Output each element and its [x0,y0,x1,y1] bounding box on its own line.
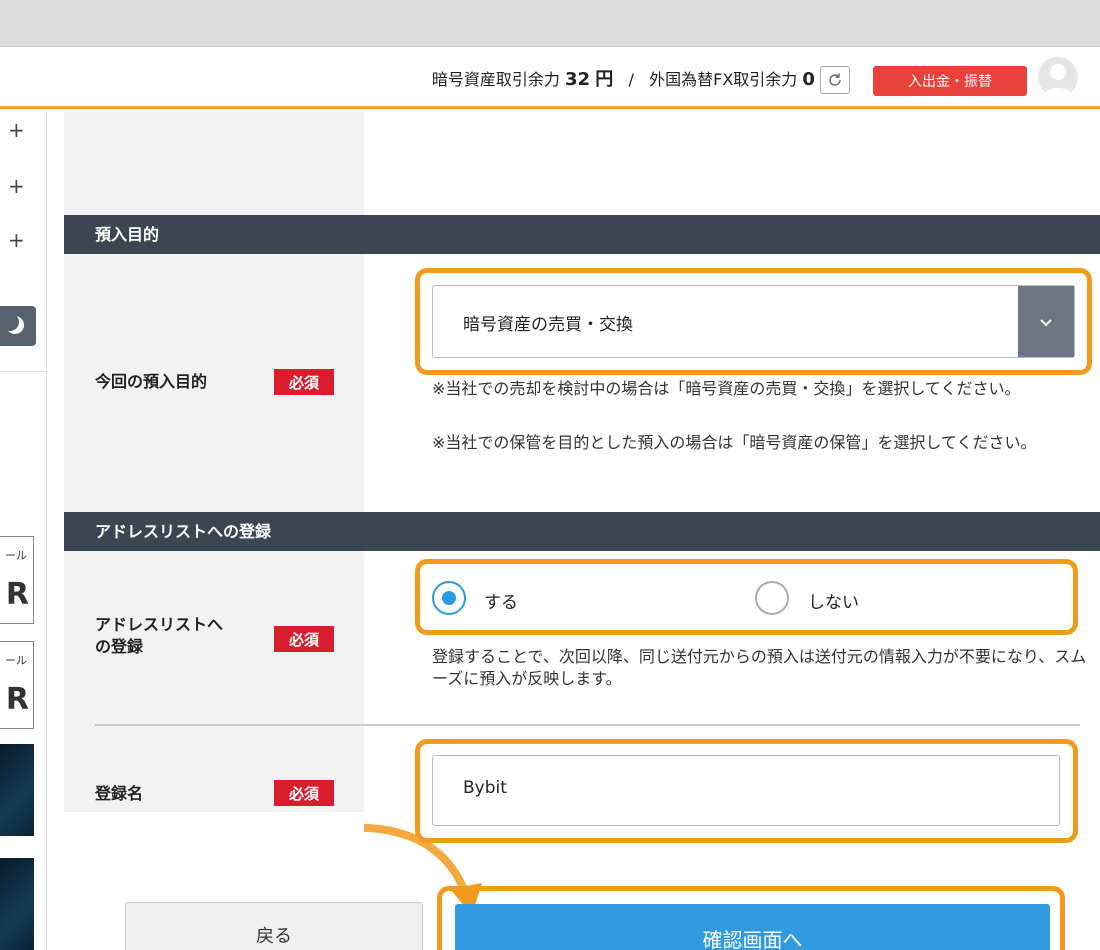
deposit-transfer-button[interactable]: 入出金・振替 [873,66,1027,96]
fx-balance-label: 外国為替FX取引余力 [649,70,798,89]
field-label-purpose: 今回の預入目的 [95,372,208,391]
banner-caption: ール [5,654,27,667]
field-label-line1: アドレスリストへ [95,615,224,634]
crypto-balance-label: 暗号資産取引余力 [431,70,560,89]
banner-letter: R [5,682,29,717]
purpose-select[interactable]: 暗号資産の売買・交換 [432,285,1075,358]
sidebar-divider [0,371,47,372]
sidebar: + + + ール R ール R ら [0,112,47,950]
dark-mode-toggle[interactable] [0,306,36,346]
deposit-form: 預入目的 今回の預入目的 必須 暗号資産の売買・交換 ※当社での売却を検討中の場… [64,112,1100,950]
required-badge: 必須 [274,780,334,806]
address-list-note: 登録することで、次回以降、同じ送付元からの預入は送付元の情報入力が不要になり、ス… [432,647,1087,688]
banner-letter: R [5,577,29,612]
required-badge: 必須 [274,626,334,652]
field-label-registration-name: 登録名 [95,784,144,803]
balance-summary: 暗号資産取引余力 32 円 / 外国為替FX取引余力 0 円 [432,65,838,91]
app-window: 暗号資産取引余力 32 円 / 外国為替FX取引余力 0 円 入出金・振替 + … [0,46,1100,950]
refresh-button[interactable] [820,66,850,94]
sidebar-expand-2[interactable]: + [8,174,25,198]
field-label-line2: の登録 [95,637,144,656]
required-badge: 必須 [274,369,334,395]
radio-register-no[interactable] [755,581,789,615]
avatar[interactable] [1038,57,1078,97]
crypto-balance-unit: 円 [595,69,614,90]
field-label-address-list: アドレスリストへ の登録 [95,614,223,658]
section-header-address-list: アドレスリストへの登録 [64,512,1100,551]
confirm-screen-button[interactable]: 確認画面へ [455,904,1050,950]
balance-separator: / [628,70,634,89]
sidebar-banner-1[interactable]: ール R [0,536,34,624]
radio-label-no[interactable]: しない [808,588,859,613]
section-header-purpose: 預入目的 [64,215,1100,254]
banner-caption: ール [5,549,27,562]
chevron-down-icon[interactable] [1018,286,1074,357]
fx-balance-value: 0 [802,69,815,90]
sidebar-expand-3[interactable]: + [8,228,25,252]
radio-register-yes[interactable] [432,581,466,615]
radio-label-yes[interactable]: する [484,588,518,613]
section-divider [95,724,1080,726]
purpose-note-2: ※当社での保管を目的とした預入の場合は「暗号資産の保管」を選択してください。 [432,433,1037,452]
crypto-balance-value: 32 [565,69,591,90]
top-bar: 暗号資産取引余力 32 円 / 外国為替FX取引余力 0 円 入出金・振替 [0,47,1100,109]
registration-name-input[interactable] [463,778,1023,798]
purpose-select-value: 暗号資産の売買・交換 [463,315,633,335]
refresh-icon [829,73,841,86]
sidebar-banner-image-2[interactable] [0,858,34,950]
sidebar-banner-2[interactable]: ール R [0,641,34,729]
user-icon [1043,64,1073,97]
moon-icon [1,313,24,334]
sidebar-banner-image-1[interactable] [0,744,34,836]
back-button[interactable]: 戻る [125,902,423,950]
purpose-note-1: ※当社での売却を検討中の場合は「暗号資産の売買・交換」を選択してください。 [432,379,1021,398]
registration-name-field[interactable] [432,755,1060,826]
sidebar-expand-1[interactable]: + [8,118,25,142]
